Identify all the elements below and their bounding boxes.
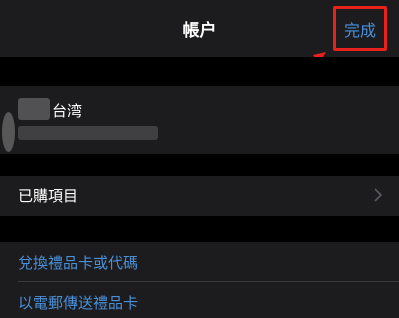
send-gift-card-label: 以電郵傳送禮品卡 <box>18 294 139 312</box>
avatar <box>2 112 15 152</box>
account-region: 台湾 <box>52 102 83 120</box>
purchased-row[interactable]: 已購項目 <box>0 176 399 216</box>
account-email-redacted <box>18 126 158 140</box>
section-gap <box>0 154 399 176</box>
redeem-gift-card-label: 兌換禮品卡或代碼 <box>18 254 139 272</box>
account-name-redacted <box>18 98 50 120</box>
done-button[interactable]: 完成 <box>333 6 387 51</box>
account-row[interactable]: 台湾 <box>0 86 399 154</box>
chevron-right-icon <box>374 188 382 202</box>
purchased-label: 已購項目 <box>18 187 79 205</box>
redeem-gift-card-link[interactable]: 兌換禮品卡或代碼 <box>0 242 399 282</box>
section-gap <box>0 57 399 86</box>
navigation-bar: 帳户 完成 <box>0 0 399 57</box>
send-gift-card-link[interactable]: 以電郵傳送禮品卡 <box>0 282 399 318</box>
section-gap <box>0 216 399 242</box>
